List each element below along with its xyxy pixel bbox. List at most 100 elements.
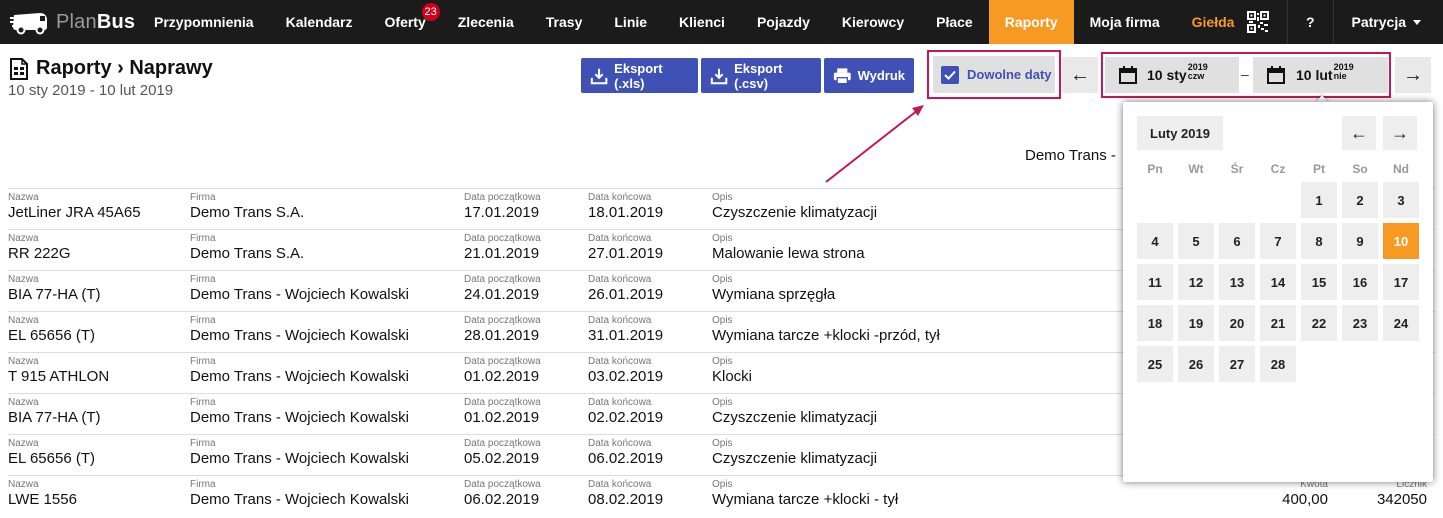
cell-value: Czyszczenie klimatyzacji <box>712 204 878 221</box>
calendar-day[interactable]: 13 <box>1219 264 1255 300</box>
cell-value: Demo Trans - Wojciech Kowalski <box>190 450 409 467</box>
cell-name: Nazwa JetLiner JRA 45A65 <box>8 192 141 222</box>
export-xls-button[interactable]: Eksport (.xls) <box>581 58 698 93</box>
calendar-day[interactable]: 3 <box>1383 182 1419 218</box>
cell-name: Nazwa RR 222G <box>8 233 71 263</box>
cell-value: Malowanie lewa strona <box>712 245 865 262</box>
cell-label: Opis <box>712 397 733 408</box>
calendar-day[interactable]: 15 <box>1301 264 1337 300</box>
cell-desc: Opis Wymiana sprzęgła <box>712 274 835 304</box>
cell-company: Firma Demo Trans - Wojciech Kowalski <box>190 438 409 468</box>
calendar-day[interactable]: 18 <box>1137 305 1173 341</box>
nav-item-9[interactable]: Płace <box>920 0 989 44</box>
cell-label: Opis <box>712 356 733 367</box>
calendar-day[interactable]: 2 <box>1342 182 1378 218</box>
cell-label: Opis <box>712 192 733 203</box>
calendar-day[interactable]: 14 <box>1260 264 1296 300</box>
calendar-day[interactable]: 8 <box>1301 223 1337 259</box>
calendar-day[interactable]: 7 <box>1260 223 1296 259</box>
calendar-day[interactable]: 21 <box>1260 305 1296 341</box>
cell-value: 27.01.2019 <box>588 245 664 262</box>
brand-name: PlanBus <box>56 11 135 34</box>
cell-value: 31.01.2019 <box>588 327 664 344</box>
calendar-day[interactable]: 17 <box>1383 264 1419 300</box>
cell-label: Data końcowa <box>588 315 652 326</box>
prev-period-button[interactable]: ← <box>1062 57 1098 93</box>
calendar-day[interactable]: 9 <box>1342 223 1378 259</box>
date-from-extra: 2019 czw <box>1188 63 1208 81</box>
date-to-button[interactable]: 10 lut 2019 nie <box>1253 57 1388 93</box>
calendar-day[interactable]: 4 <box>1137 223 1173 259</box>
cell-value: 08.02.2019 <box>588 491 664 508</box>
cell-label: Data początkowa <box>464 356 541 367</box>
cell-name: Nazwa EL 65656 (T) <box>8 315 95 345</box>
date-from-button[interactable]: 10 sty 2019 czw <box>1105 57 1239 93</box>
calendar-icon <box>1267 66 1285 84</box>
cell-value: Demo Trans - Wojciech Kowalski <box>190 409 409 426</box>
calendar-day[interactable]: 26 <box>1178 346 1214 382</box>
cell-value: 06.02.2019 <box>588 450 664 467</box>
nav-item-7[interactable]: Pojazdy <box>741 0 826 44</box>
next-period-button[interactable]: → <box>1395 57 1431 93</box>
nav-item-5[interactable]: Linie <box>598 0 663 44</box>
nav-item-label: Klienci <box>679 14 725 30</box>
nav-item-label: Płace <box>936 14 973 30</box>
nav-item-3[interactable]: Zlecenia <box>442 0 530 44</box>
bus-icon <box>10 13 47 35</box>
calendar-day[interactable]: 11 <box>1137 264 1173 300</box>
cell-value: RR 222G <box>8 245 71 262</box>
cell-name: Nazwa T 915 ATHLON <box>8 356 109 386</box>
cell-label: Firma <box>190 233 216 244</box>
calendar-prev-button[interactable]: ← <box>1342 116 1376 150</box>
nav-item-4[interactable]: Trasy <box>530 0 599 44</box>
calendar-day[interactable]: 19 <box>1178 305 1214 341</box>
calendar-day[interactable]: 22 <box>1301 305 1337 341</box>
cell-desc: Opis Czyszczenie klimatyzacji <box>712 438 877 468</box>
calendar-day[interactable]: 5 <box>1178 223 1214 259</box>
cell-value: Czyszczenie klimatyzacji <box>712 409 878 426</box>
nav-item-12[interactable]: Giełda <box>1176 0 1251 44</box>
calendar-day-selected[interactable]: 10 <box>1383 223 1419 259</box>
qr-code-icon[interactable] <box>1246 11 1269 33</box>
nav-item-10[interactable]: Raporty <box>988 0 1074 44</box>
user-menu[interactable]: Patrycja <box>1334 14 1443 30</box>
calendar-day[interactable]: 12 <box>1178 264 1214 300</box>
brand-logo[interactable]: PlanBus <box>0 0 138 44</box>
calendar-day[interactable]: 24 <box>1383 305 1419 341</box>
calendar-day[interactable]: 25 <box>1137 346 1173 382</box>
nav-badge: 23 <box>421 3 440 21</box>
cell-label: Data początkowa <box>464 479 541 490</box>
caret-down-icon <box>1413 19 1421 25</box>
cell-label: Firma <box>190 397 216 408</box>
calendar-day[interactable]: 1 <box>1301 182 1337 218</box>
cell-value: 18.01.2019 <box>588 204 664 221</box>
cell-company: Firma Demo Trans - Wojciech Kowalski <box>190 397 409 427</box>
page-title: Raporty › Naprawy <box>10 57 213 80</box>
calendar-day[interactable]: 27 <box>1219 346 1255 382</box>
nav-item-6[interactable]: Klienci <box>663 0 741 44</box>
calendar-icon <box>1119 66 1137 84</box>
weekday-label: So <box>1352 162 1368 176</box>
cell-label: Data początkowa <box>464 233 541 244</box>
nav-item-2[interactable]: Oferty 23 <box>369 0 442 44</box>
nav-item-0[interactable]: Przypomnienia <box>138 0 270 44</box>
nav-item-11[interactable]: Moja firma <box>1074 0 1176 44</box>
calendar-day[interactable]: 6 <box>1219 223 1255 259</box>
nav-item-label: Pojazdy <box>756 14 810 30</box>
cell-label: Firma <box>190 479 216 490</box>
calendar-day[interactable]: 23 <box>1342 305 1378 341</box>
custom-dates-toggle[interactable]: Dowolne daty <box>933 56 1055 93</box>
nav-item-1[interactable]: Kalendarz <box>270 0 369 44</box>
nav-item-8[interactable]: Kierowcy <box>826 0 920 44</box>
cell-value: 342050 <box>1376 491 1427 508</box>
calendar-day[interactable]: 28 <box>1260 346 1296 382</box>
calendar-day[interactable]: 16 <box>1342 264 1378 300</box>
calendar-day[interactable]: 20 <box>1219 305 1255 341</box>
weekday-label: Nd <box>1393 162 1409 176</box>
calendar-month-button[interactable]: Luty 2019 <box>1137 116 1223 150</box>
print-button[interactable]: Wydruk <box>824 58 914 93</box>
calendar-next-button[interactable]: → <box>1383 116 1417 150</box>
download-icon <box>590 68 608 84</box>
help-button[interactable]: ? <box>1288 14 1333 30</box>
export-csv-button[interactable]: Eksport (.csv) <box>701 58 821 93</box>
